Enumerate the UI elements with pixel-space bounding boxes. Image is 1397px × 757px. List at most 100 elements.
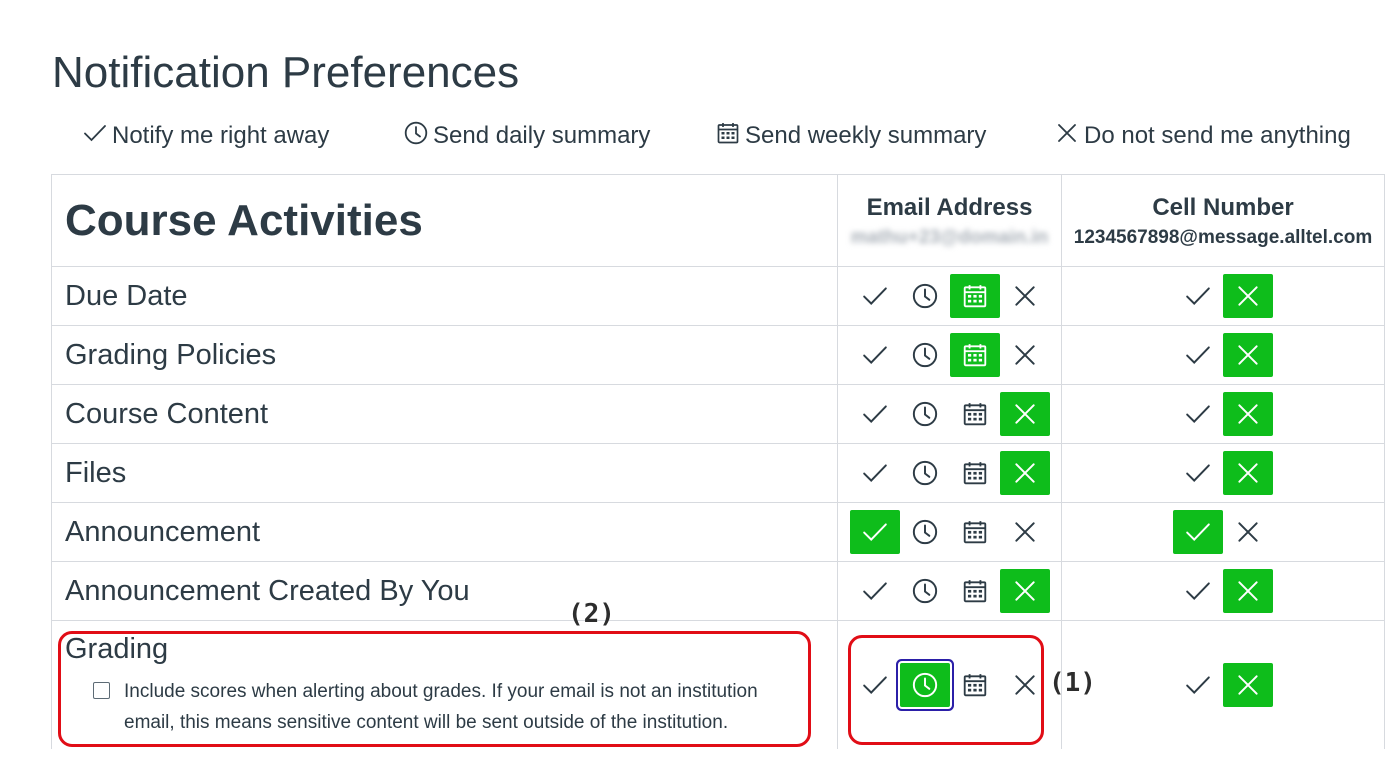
check-icon [83,121,107,152]
preference-row: Grading Policies [51,325,1385,385]
cell-options-cell [1061,561,1385,621]
x-icon [1012,460,1038,486]
preference-row: Announcement [51,502,1385,562]
frequency-weekly-button[interactable] [949,274,1000,318]
calendar-icon [962,519,988,545]
channel-header-email: Email Address mathu+23@domain.in [837,174,1062,267]
x-icon [1055,121,1079,152]
email-options-cell [837,266,1062,326]
frequency-never-button[interactable] [1223,333,1273,377]
row-name: Course Content [65,397,269,430]
preference-row: Due Date [51,266,1385,326]
cell-frequency-options [1062,274,1384,318]
x-icon [1235,283,1261,309]
clock-icon [912,342,938,368]
row-name-cell: Grading Policies [51,325,838,385]
frequency-immediately-button[interactable] [850,274,900,318]
x-icon [1235,672,1261,698]
frequency-immediately-button[interactable] [1173,510,1223,554]
row-name-cell: Announcement Created By You [51,561,838,621]
category-header: Course Activities [51,174,838,267]
clock-icon [912,283,938,309]
frequency-never-button[interactable] [1223,569,1273,613]
frequency-daily-button[interactable] [900,510,950,554]
email-frequency-options [838,451,1061,495]
cell-frequency-options [1062,510,1384,554]
frequency-daily-button[interactable] [900,392,950,436]
clock-icon [404,121,428,152]
x-icon [1012,519,1038,545]
frequency-immediately-button[interactable] [1173,333,1223,377]
frequency-immediately-button[interactable] [1173,392,1223,436]
frequency-never-button[interactable] [999,451,1050,495]
channel-header-cell: Cell Number 1234567898@message.alltel.co… [1061,174,1385,267]
frequency-weekly-button[interactable] [950,569,1000,613]
cell-frequency-options [1062,333,1384,377]
legend-weekly-label: Send weekly summary [745,122,987,149]
frequency-daily-button[interactable] [900,451,950,495]
frequency-never-button[interactable] [1223,451,1273,495]
x-icon [1012,401,1038,427]
row-name-cell: Due Date [51,266,838,326]
legend-immediately-label: Notify me right away [112,122,330,149]
frequency-never-button[interactable] [1223,274,1273,318]
page-title: Notification Preferences [52,48,520,97]
frequency-daily-button[interactable] [900,274,950,318]
cell-frequency-options [1062,569,1384,613]
x-icon [1012,283,1038,309]
frequency-weekly-button[interactable] [949,333,1000,377]
annotation-label-1: (1) [1049,668,1096,698]
frequency-never-button[interactable] [999,569,1050,613]
calendar-icon [962,401,988,427]
frequency-immediately-button[interactable] [850,333,900,377]
frequency-weekly-button[interactable] [950,451,1000,495]
preference-row: Course Content [51,384,1385,444]
frequency-never-button[interactable] [999,392,1050,436]
calendar-icon [962,578,988,604]
frequency-immediately-button[interactable] [850,569,900,613]
x-icon [1012,578,1038,604]
frequency-weekly-button[interactable] [950,392,1000,436]
check-icon [862,578,888,604]
frequency-immediately-button[interactable] [1173,274,1223,318]
frequency-never-button[interactable] [1000,510,1050,554]
email-options-cell [837,443,1062,503]
row-name-cell: Files [51,443,838,503]
frequency-daily-button[interactable] [900,333,950,377]
frequency-weekly-button[interactable] [950,510,1000,554]
cell-options-cell [1061,325,1385,385]
frequency-immediately-button[interactable] [1173,569,1223,613]
cell-options-cell [1061,443,1385,503]
x-icon [1235,578,1261,604]
frequency-daily-button[interactable] [900,569,950,613]
frequency-immediately-button[interactable] [849,510,900,554]
frequency-never-button[interactable] [1223,662,1273,707]
frequency-never-button[interactable] [1000,333,1050,377]
check-icon [1185,460,1211,486]
frequency-never-button[interactable] [1223,510,1273,554]
calendar-icon [962,342,988,368]
x-icon [1235,460,1261,486]
frequency-immediately-button[interactable] [850,392,900,436]
frequency-never-button[interactable] [1000,274,1050,318]
email-options-cell [837,502,1062,562]
frequency-never-button[interactable] [1223,392,1273,436]
check-icon [1185,578,1211,604]
email-frequency-options [838,569,1061,613]
check-icon [862,283,888,309]
frequency-immediately-button[interactable] [850,451,900,495]
clock-icon [912,519,938,545]
annotation-label-2: (2) [568,599,615,629]
check-icon [1185,519,1211,545]
check-icon [1185,342,1211,368]
x-icon [1012,342,1038,368]
check-icon [1185,283,1211,309]
legend-never: Do not send me anything [1055,118,1351,154]
x-icon [1235,519,1261,545]
frequency-immediately-button[interactable] [1173,663,1223,707]
email-options-cell [837,325,1062,385]
email-frequency-options [838,333,1061,377]
frequency-immediately-button[interactable] [1173,451,1223,495]
calendar-icon [716,121,740,152]
check-icon [862,519,888,545]
